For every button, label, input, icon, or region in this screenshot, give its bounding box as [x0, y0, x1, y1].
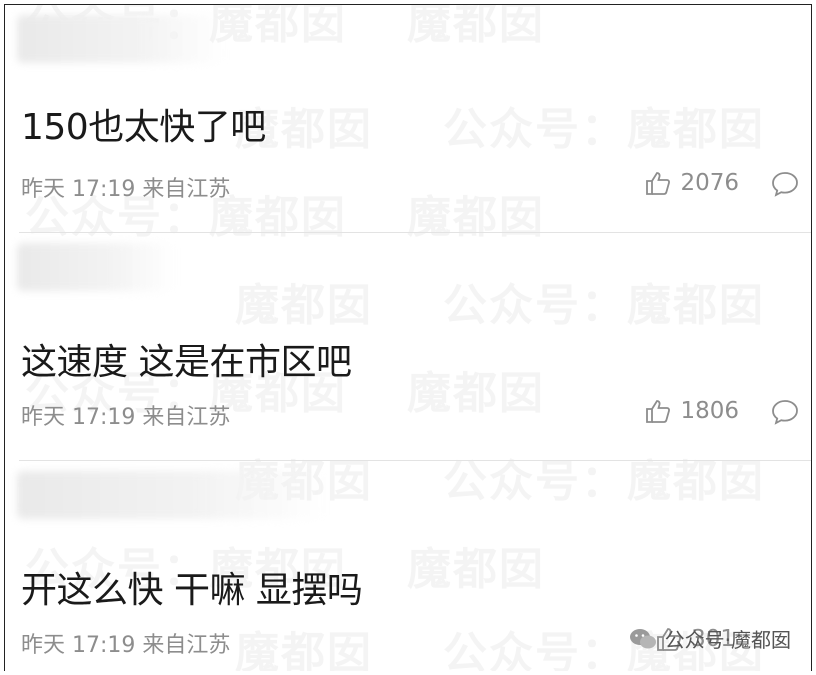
- like-button[interactable]: 1806: [644, 397, 739, 425]
- like-count: 2076: [680, 170, 739, 196]
- blurred-username[interactable]: [17, 243, 175, 291]
- comment-text: 150也太快了吧: [21, 107, 266, 148]
- blurred-username[interactable]: [17, 15, 225, 63]
- comment-text: 这速度 这是在市区吧: [21, 342, 352, 383]
- comment-bubble-icon: [772, 400, 798, 425]
- comment-time: 昨天 17:19: [21, 633, 136, 658]
- reply-button[interactable]: [771, 171, 799, 197]
- official-account-watermark: 公众号·魔都囡: [629, 624, 791, 653]
- comment-location: 来自江苏: [142, 633, 231, 658]
- like-button[interactable]: 2076: [644, 169, 739, 197]
- wechat-icon: [629, 628, 657, 650]
- official-account-label: 公众号·魔都囡: [664, 628, 791, 652]
- comment-meta: 昨天 17:19 来自江苏: [21, 399, 230, 431]
- comment-meta: 昨天 17:19 来自江苏: [21, 171, 230, 203]
- comment-bubble-icon: [772, 172, 798, 197]
- comment-item: 150也太快了吧 昨天 17:19 来自江苏 2076: [5, 5, 811, 233]
- comment-list-frame: 公众号：魔都囡魔都囡 魔都囡公众号：魔都囡 公众号：魔都囡魔都囡 魔都囡公众号：…: [4, 4, 812, 671]
- comment-meta: 昨天 17:19 来自江苏: [21, 627, 230, 659]
- comment-time: 昨天 17:19: [21, 177, 136, 202]
- comment-time: 昨天 17:19: [21, 405, 136, 430]
- comment-location: 来自江苏: [142, 405, 231, 430]
- thumbs-up-icon: [644, 169, 672, 197]
- comment-item: 这速度 这是在市区吧 昨天 17:19 来自江苏 1806: [5, 233, 811, 461]
- comment-text: 开这么快 干嘛 显摆吗: [21, 570, 363, 611]
- comment-location: 来自江苏: [142, 177, 231, 202]
- like-count: 1806: [680, 398, 739, 424]
- thumbs-up-icon: [644, 397, 672, 425]
- blurred-username[interactable]: [17, 471, 325, 519]
- reply-button[interactable]: [771, 399, 799, 425]
